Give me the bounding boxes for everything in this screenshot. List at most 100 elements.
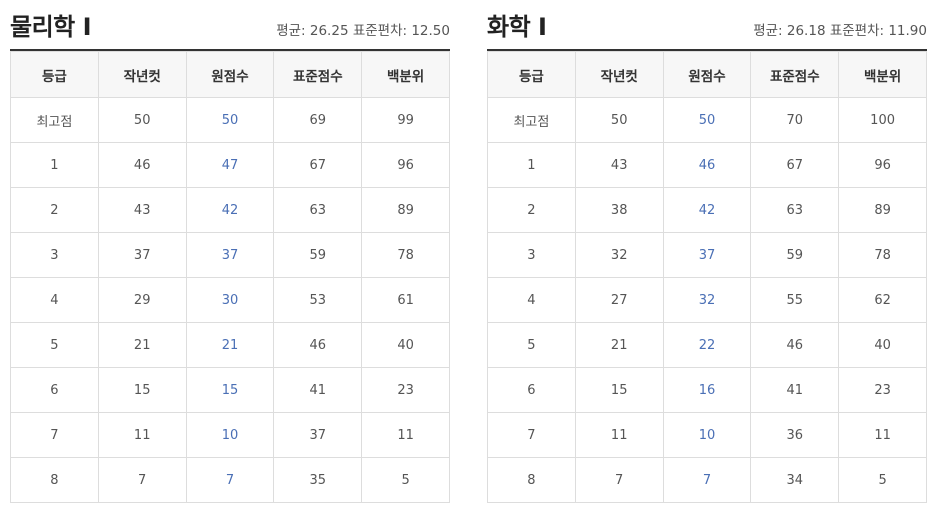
cell-percentile: 40: [838, 322, 927, 368]
grade-table: 등급 작년컷 원점수 표준점수 백분위 최고점 50 50 69 99 1 46 47 67 96 2 43 4…: [10, 51, 450, 503]
cell-last-year-cut: 43: [97, 187, 187, 233]
cell-last-year-cut: 7: [574, 457, 664, 503]
table-row: 4 29 30 53 61: [10, 277, 450, 323]
cell-percentile: 100: [838, 97, 927, 143]
cell-percentile: 23: [361, 367, 450, 413]
cell-standard-score: 46: [750, 322, 840, 368]
cell-standard-score: 34: [750, 457, 840, 503]
cell-percentile: 96: [838, 142, 927, 188]
cell-grade: 2: [487, 187, 576, 233]
cell-grade: 1: [10, 142, 99, 188]
chemistry-panel: 화학 Ⅰ 평균: 26.18 표준편차: 11.90 등급 작년컷 원점수 표준점수 백…: [487, 0, 927, 503]
table-row: 7 11 10 36 11: [487, 412, 927, 458]
cell-grade: 최고점: [10, 97, 99, 143]
cell-raw-score: 42: [185, 187, 275, 233]
cell-last-year-cut: 21: [97, 322, 187, 368]
table-body: 최고점 50 50 70 100 1 43 46 67 96 2 38 42 63 89 3 32 37 59 78 4…: [487, 97, 927, 503]
cell-grade: 3: [10, 232, 99, 278]
cell-raw-score: 7: [662, 457, 752, 503]
cell-grade: 8: [487, 457, 576, 503]
cell-grade: 최고점: [487, 97, 576, 143]
cell-last-year-cut: 38: [574, 187, 664, 233]
column-header-last-year-cut: 작년컷: [97, 51, 187, 98]
table-row: 5 21 22 46 40: [487, 322, 927, 368]
column-header-grade: 등급: [487, 51, 576, 98]
cell-standard-score: 63: [750, 187, 840, 233]
cell-standard-score: 70: [750, 97, 840, 143]
cell-standard-score: 41: [750, 367, 840, 413]
cell-last-year-cut: 50: [574, 97, 664, 143]
cell-last-year-cut: 32: [574, 232, 664, 278]
cell-standard-score: 67: [273, 142, 363, 188]
cell-grade: 6: [10, 367, 99, 413]
cell-raw-score: 37: [662, 232, 752, 278]
cell-raw-score: 16: [662, 367, 752, 413]
table-row: 3 37 37 59 78: [10, 232, 450, 278]
cell-raw-score: 10: [662, 412, 752, 458]
panel-stats: 평균: 26.18 표준편차: 11.90: [753, 23, 927, 39]
panel-title: 물리학 Ⅰ: [10, 13, 92, 41]
cell-standard-score: 41: [273, 367, 363, 413]
cell-percentile: 96: [361, 142, 450, 188]
cell-percentile: 89: [361, 187, 450, 233]
column-header-percentile: 백분위: [838, 51, 927, 98]
cell-grade: 4: [487, 277, 576, 323]
cell-grade: 8: [10, 457, 99, 503]
cell-raw-score: 50: [185, 97, 275, 143]
cell-grade: 1: [487, 142, 576, 188]
cell-last-year-cut: 21: [574, 322, 664, 368]
cell-grade: 6: [487, 367, 576, 413]
cell-last-year-cut: 37: [97, 232, 187, 278]
table-row: 3 32 37 59 78: [487, 232, 927, 278]
cell-percentile: 11: [361, 412, 450, 458]
table-row: 6 15 15 41 23: [10, 367, 450, 413]
cell-standard-score: 63: [273, 187, 363, 233]
table-row: 8 7 7 34 5: [487, 457, 927, 503]
physics-panel: 물리학 Ⅰ 평균: 26.25 표준편차: 12.50 등급 작년컷 원점수 표준점수…: [10, 0, 450, 503]
cell-last-year-cut: 11: [574, 412, 664, 458]
cell-percentile: 62: [838, 277, 927, 323]
cell-standard-score: 67: [750, 142, 840, 188]
cell-percentile: 5: [838, 457, 927, 503]
table-row: 2 43 42 63 89: [10, 187, 450, 233]
cell-last-year-cut: 27: [574, 277, 664, 323]
cell-percentile: 23: [838, 367, 927, 413]
cell-grade: 7: [487, 412, 576, 458]
column-header-percentile: 백분위: [361, 51, 450, 98]
cell-raw-score: 7: [185, 457, 275, 503]
cell-raw-score: 10: [185, 412, 275, 458]
cell-percentile: 61: [361, 277, 450, 323]
cell-percentile: 99: [361, 97, 450, 143]
cell-last-year-cut: 43: [574, 142, 664, 188]
cell-raw-score: 22: [662, 322, 752, 368]
cell-standard-score: 55: [750, 277, 840, 323]
cell-last-year-cut: 50: [97, 97, 187, 143]
cell-standard-score: 59: [750, 232, 840, 278]
column-header-standard-score: 표준점수: [750, 51, 840, 98]
cell-grade: 7: [10, 412, 99, 458]
cell-grade: 3: [487, 232, 576, 278]
table-row: 2 38 42 63 89: [487, 187, 927, 233]
table-row: 5 21 21 46 40: [10, 322, 450, 368]
cell-standard-score: 46: [273, 322, 363, 368]
table-row: 8 7 7 35 5: [10, 457, 450, 503]
cell-standard-score: 59: [273, 232, 363, 278]
cell-grade: 5: [10, 322, 99, 368]
cell-standard-score: 36: [750, 412, 840, 458]
table-header-row: 등급 작년컷 원점수 표준점수 백분위: [10, 51, 450, 98]
cell-last-year-cut: 7: [97, 457, 187, 503]
cell-grade: 2: [10, 187, 99, 233]
table-row: 7 11 10 37 11: [10, 412, 450, 458]
cell-percentile: 40: [361, 322, 450, 368]
panel-stats: 평균: 26.25 표준편차: 12.50: [276, 23, 450, 39]
table-row: 1 46 47 67 96: [10, 142, 450, 188]
cell-raw-score: 21: [185, 322, 275, 368]
table-body: 최고점 50 50 69 99 1 46 47 67 96 2 43 42 63 89 3 37 37 59 78 4 2…: [10, 97, 450, 503]
cell-last-year-cut: 29: [97, 277, 187, 323]
column-header-standard-score: 표준점수: [273, 51, 363, 98]
grade-table: 등급 작년컷 원점수 표준점수 백분위 최고점 50 50 70 100 1 43 46 67 96 2 38…: [487, 51, 927, 503]
cell-last-year-cut: 15: [574, 367, 664, 413]
table-row: 최고점 50 50 70 100: [487, 97, 927, 143]
cell-grade: 4: [10, 277, 99, 323]
table-row: 6 15 16 41 23: [487, 367, 927, 413]
